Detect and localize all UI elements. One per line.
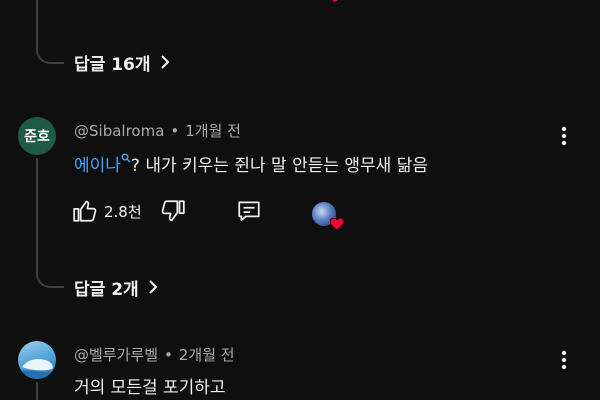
comment-icon: [238, 201, 260, 222]
kebab-menu-icon: [561, 126, 567, 146]
view-replies-button[interactable]: 답글 16개: [74, 47, 173, 77]
creator-heart-badge[interactable]: [312, 202, 344, 231]
comment-meta: @Sibalroma • 1개월 전: [74, 120, 241, 141]
thumbs-up-icon: [73, 200, 97, 222]
like-count: 2.8천: [104, 202, 142, 221]
comment-time[interactable]: 1개월 전: [185, 122, 241, 140]
replies-count-label: 답글 16개: [74, 54, 151, 75]
avatar-initials: 준호: [24, 129, 50, 145]
comment-body: 거의 모든걸 포기하고: [74, 373, 226, 398]
thumbs-down-icon: [161, 200, 185, 222]
kebab-menu-icon: [561, 350, 567, 370]
dislike-button[interactable]: [160, 198, 186, 224]
reply-thread-line: [36, 0, 64, 64]
comment-author[interactable]: @벨루가루벨: [74, 346, 158, 364]
beluga-image: [18, 359, 56, 379]
replies-count-label: 답글 2개: [74, 279, 139, 300]
mention-link[interactable]: 에이나: [74, 153, 131, 176]
view-replies-button[interactable]: 답글 2개: [74, 272, 161, 302]
reply-thread-line: [36, 382, 38, 400]
comment-body: 에이나? 내가 키우는 쥔나 말 안듣는 앵무새 닮음: [74, 151, 428, 176]
heart-icon: [330, 218, 344, 231]
comment-actions: 2.8천: [72, 198, 372, 231]
separator-dot: •: [164, 346, 173, 364]
comment-meta: @벨루가루벨 • 2개월 전: [74, 344, 235, 365]
chevron-right-icon: [148, 280, 158, 294]
more-options-button[interactable]: [552, 348, 576, 372]
comment-text: 거의 모든걸 포기하고: [74, 378, 226, 398]
comments-section: 답글 16개 준호 @Sibalroma • 1개월 전 에이나? 내가 키우는 쥔…: [0, 0, 600, 400]
more-options-button[interactable]: [552, 124, 576, 148]
separator-dot: •: [170, 122, 180, 140]
comment-text: ? 내가 키우는 쥔나 말 안듣는 앵무새 닮음: [130, 156, 429, 176]
comment-author[interactable]: @Sibalroma: [74, 122, 164, 140]
avatar[interactable]: 준호: [18, 117, 56, 155]
chevron-right-icon: [160, 55, 169, 69]
avatar[interactable]: [18, 341, 56, 379]
comment-time[interactable]: 2개월 전: [179, 346, 235, 364]
reply-button[interactable]: [236, 198, 262, 224]
like-button[interactable]: 2.8천: [72, 198, 142, 224]
search-icon: [121, 153, 131, 163]
previous-comment-actions: [70, 0, 350, 6]
reply-thread-line: [36, 158, 64, 288]
